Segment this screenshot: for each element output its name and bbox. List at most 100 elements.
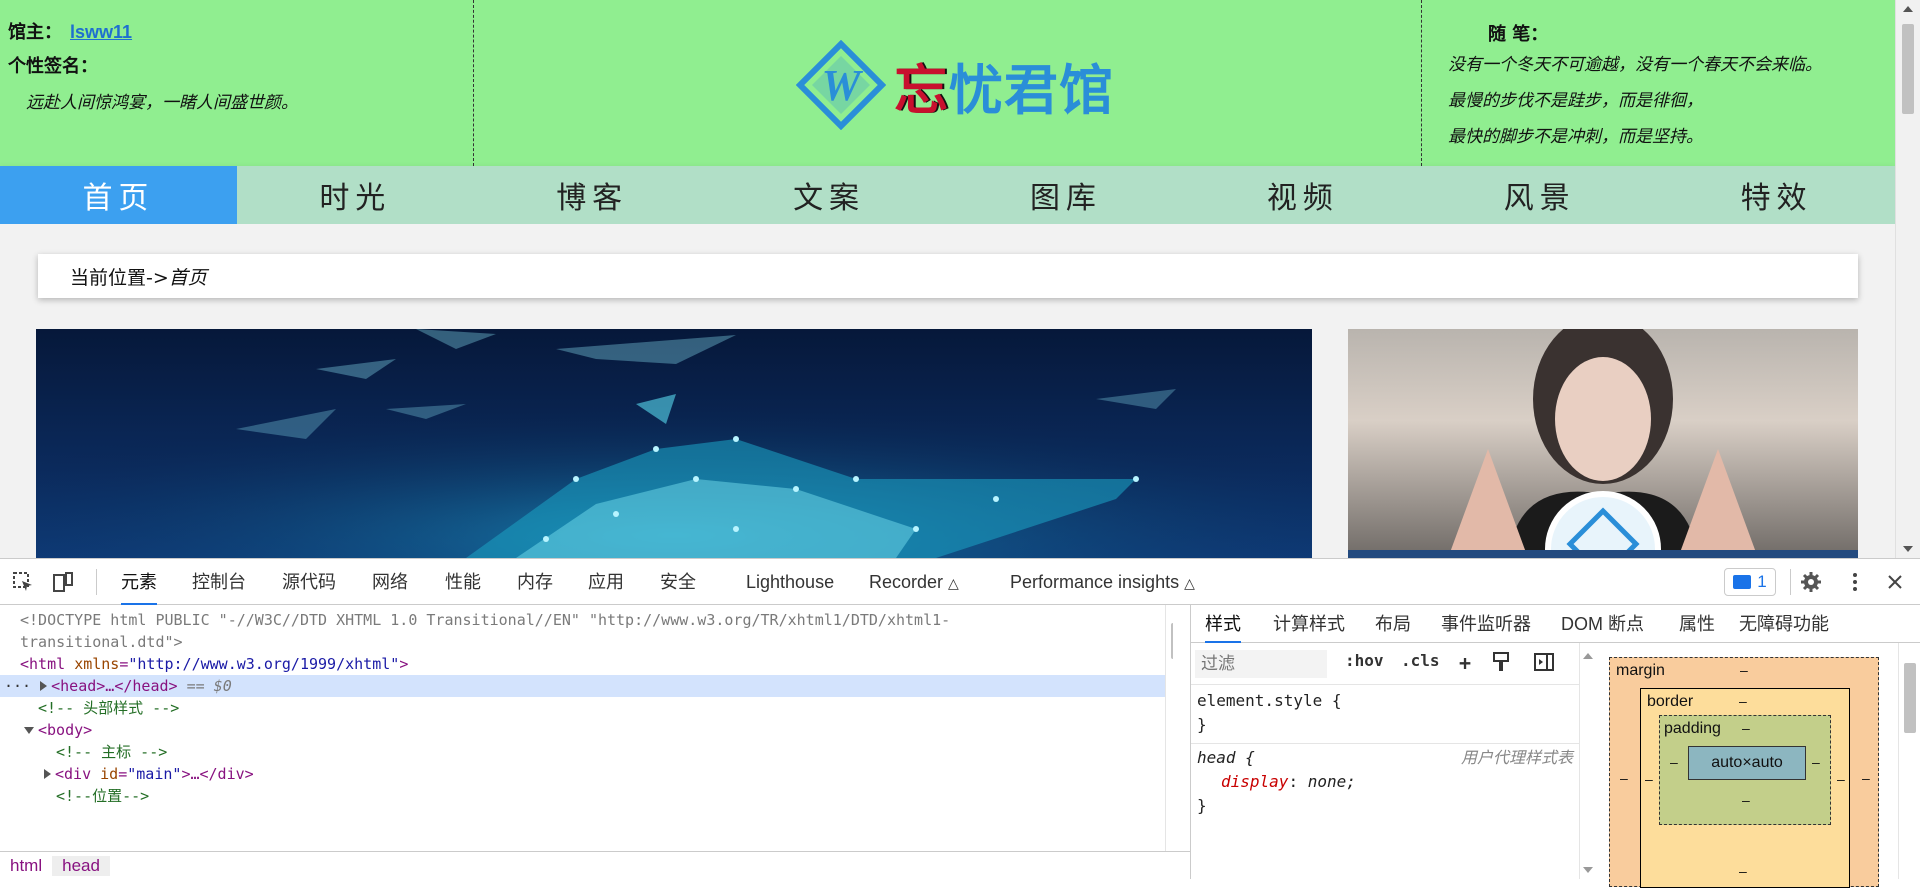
paint-brush-icon[interactable] xyxy=(1491,651,1511,673)
styles-scrollbar[interactable] xyxy=(1579,643,1596,879)
toolbar-separator xyxy=(96,569,97,595)
div-tag-close: >…</div> xyxy=(181,765,254,783)
tab-computed[interactable]: 计算样式 xyxy=(1273,605,1345,643)
border-left-value: – xyxy=(1645,771,1653,787)
gear-icon[interactable] xyxy=(1800,571,1822,593)
owner-name-link[interactable]: lsww11 xyxy=(70,22,132,42)
scroll-up-icon[interactable] xyxy=(1903,6,1913,12)
nav-item-effects[interactable]: 特效 xyxy=(1658,166,1895,224)
collapse-icon[interactable] xyxy=(24,727,34,734)
tab-security[interactable]: 安全 xyxy=(660,559,696,605)
box-model-scroll-thumb[interactable] xyxy=(1904,663,1916,733)
styles-filter-input[interactable] xyxy=(1195,650,1327,678)
nav-item-copy[interactable]: 文案 xyxy=(711,166,948,224)
issues-badge[interactable]: 1 xyxy=(1724,568,1776,596)
nav-item-home[interactable]: 首页 xyxy=(0,166,237,224)
close-icon[interactable] xyxy=(1884,571,1906,593)
code-comment-header[interactable]: <!-- 头部样式 --> xyxy=(38,697,179,719)
scroll-up-icon[interactable] xyxy=(1583,653,1593,659)
site-logo[interactable]: W 忘忧君馆 xyxy=(796,40,1114,130)
head-rule-close: } xyxy=(1197,796,1207,815)
tab-elements[interactable]: 元素 xyxy=(121,559,157,605)
box-model-border[interactable]: border – – – – padding – – – – auto×auto xyxy=(1640,688,1850,888)
tab-application[interactable]: 应用 xyxy=(588,559,624,605)
scroll-down-icon[interactable] xyxy=(1903,546,1913,552)
nav-item-video[interactable]: 视频 xyxy=(1184,166,1421,224)
page-scrollbar[interactable] xyxy=(1895,0,1920,558)
scroll-down-icon[interactable] xyxy=(1583,867,1593,873)
class-toggle[interactable]: .cls xyxy=(1401,651,1440,670)
dom-breadcrumb-bar: html head xyxy=(0,851,1190,879)
tab-properties[interactable]: 属性 xyxy=(1679,605,1715,643)
tab-console[interactable]: 控制台 xyxy=(192,559,246,605)
banner-image xyxy=(36,329,1312,558)
head-tag: <head>…</head> xyxy=(51,677,178,695)
inspect-element-icon[interactable] xyxy=(12,571,34,593)
box-model-padding[interactable]: padding – – – – auto×auto xyxy=(1659,715,1831,825)
tab-lighthouse[interactable]: Lighthouse xyxy=(746,559,834,605)
scroll-thumb[interactable] xyxy=(1902,24,1914,114)
div-attr-value: "main" xyxy=(127,765,182,783)
element-style-rule[interactable]: element.style { } xyxy=(1191,689,1579,737)
add-rule-icon[interactable]: + xyxy=(1459,651,1471,675)
hover-state-toggle[interactable]: :hov xyxy=(1345,651,1384,670)
div-tag-open: <div xyxy=(55,765,92,783)
tab-sources[interactable]: 源代码 xyxy=(282,559,336,605)
tab-accessibility[interactable]: 无障碍功能 xyxy=(1739,605,1829,643)
div-attr-name: id xyxy=(100,765,119,783)
border-bottom-value: – xyxy=(1739,863,1747,879)
margin-top-value: – xyxy=(1740,662,1748,678)
code-body[interactable]: <body> xyxy=(24,719,92,741)
prop-name: display xyxy=(1221,772,1289,791)
user-agent-label: 用户代理样式表 xyxy=(1460,748,1573,767)
tab-network[interactable]: 网络 xyxy=(372,559,408,605)
margin-right-value: – xyxy=(1862,770,1870,786)
logo-text-rest: 忧君馆 xyxy=(949,60,1114,121)
tab-layout[interactable]: 布局 xyxy=(1375,605,1411,643)
expand-icon[interactable] xyxy=(44,769,51,779)
tab-recorder-label: Recorder xyxy=(869,572,944,592)
crumb-head[interactable]: head xyxy=(52,855,110,876)
html-attr-value: "http://www.w3.org/1999/xhtml" xyxy=(128,655,400,673)
toggle-sidebar-icon[interactable] xyxy=(1533,651,1555,673)
breadcrumb-current[interactable]: 首页 xyxy=(169,263,207,290)
box-model-content[interactable]: auto×auto xyxy=(1688,746,1806,780)
tab-performance-insights[interactable]: Performance insights △ xyxy=(1010,559,1195,605)
code-head-selected[interactable]: ··· <head>…</head> == $0 xyxy=(0,675,1165,697)
border-top-value: – xyxy=(1739,693,1747,709)
more-options-icon[interactable] xyxy=(1844,571,1866,593)
html-attr-name: xmlns xyxy=(74,655,120,673)
code-html[interactable]: <html xmlns="http://www.w3.org/1999/xhtm… xyxy=(20,653,408,675)
selected-marker: == $0 xyxy=(186,677,232,695)
head-ua-rule[interactable]: head {用户代理样式表 display: none; } xyxy=(1191,743,1579,818)
portrait-illustration xyxy=(1448,329,1758,558)
tab-performance-insights-label: Performance insights xyxy=(1010,572,1180,592)
tab-dom-breakpoints[interactable]: DOM 断点 xyxy=(1561,605,1644,643)
device-toolbar-icon[interactable] xyxy=(52,571,74,593)
tab-event-listeners[interactable]: 事件监听器 xyxy=(1441,605,1531,643)
tab-styles[interactable]: 样式 xyxy=(1205,605,1241,643)
code-div-main[interactable]: <div id="main">…</div> xyxy=(44,763,254,785)
tab-memory[interactable]: 内存 xyxy=(517,559,553,605)
nav-item-gallery[interactable]: 图库 xyxy=(948,166,1185,224)
display-declaration[interactable]: display: none; xyxy=(1191,770,1579,794)
devtools-toolbar: 元素 控制台 源代码 网络 性能 内存 应用 安全 Lighthouse Rec… xyxy=(0,559,1920,605)
breadcrumb: 当前位置-> 首页 xyxy=(38,254,1858,298)
code-comment-main[interactable]: <!-- 主标 --> xyxy=(56,741,167,763)
signature-label: 个性签名： xyxy=(8,56,98,77)
crumb-html[interactable]: html xyxy=(0,856,52,876)
expand-icon[interactable] xyxy=(40,681,48,691)
padding-top-value: – xyxy=(1742,720,1750,736)
nav-item-time[interactable]: 时光 xyxy=(237,166,474,224)
box-model-margin[interactable]: margin – – – border – – – – padding – – … xyxy=(1609,657,1879,888)
tab-performance[interactable]: 性能 xyxy=(445,559,481,605)
code-doctype-1[interactable]: <!DOCTYPE html PUBLIC "-//W3C//DTD XHTML… xyxy=(20,609,950,631)
box-model-scrollbar[interactable] xyxy=(1898,643,1920,879)
code-doctype-2[interactable]: transitional.dtd"> xyxy=(20,631,183,653)
elements-scrollbar[interactable] xyxy=(1165,605,1173,851)
nav-item-scenery[interactable]: 风景 xyxy=(1421,166,1658,224)
tab-recorder[interactable]: Recorder △ xyxy=(869,559,959,605)
nav-item-blog[interactable]: 博客 xyxy=(474,166,711,224)
elements-scroll-thumb[interactable] xyxy=(1171,623,1173,659)
code-comment-position[interactable]: <!--位置--> xyxy=(56,785,149,807)
